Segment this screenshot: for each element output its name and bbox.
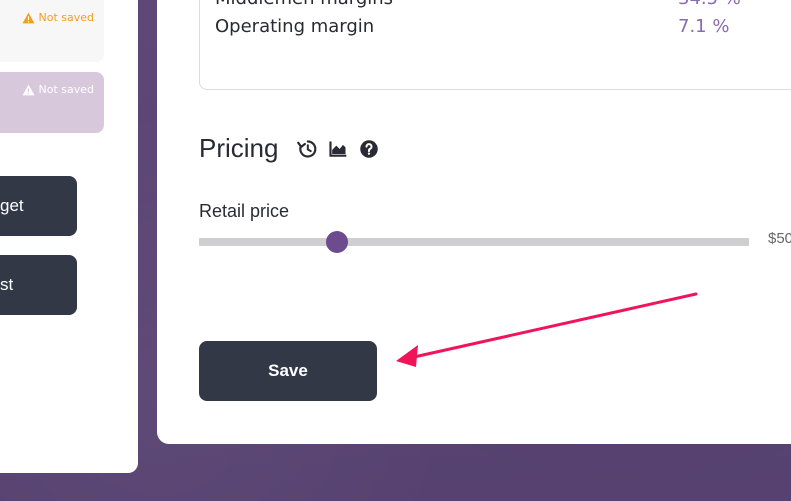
margin-label: Operating margin [215, 16, 375, 37]
not-saved-text: Not saved [38, 83, 95, 96]
sidebar-button-cost[interactable]: st [0, 255, 77, 315]
sidebar-button-label: get [0, 196, 24, 215]
variant-card[interactable]: Not saved [0, 72, 104, 133]
warning-icon [22, 12, 34, 23]
slider-max-label: $50 [768, 230, 791, 247]
retail-price-label: Retail price [199, 201, 290, 221]
save-button[interactable]: Save [199, 341, 377, 401]
not-saved-badge: Not saved [22, 83, 95, 96]
warning-icon [22, 84, 34, 95]
not-saved-text: Not saved [38, 11, 95, 24]
sidebar-panel [0, 0, 138, 473]
margin-value: 34.5 % [678, 0, 741, 9]
retail-price-slider-thumb[interactable] [325, 231, 348, 253]
sidebar-button-label: st [0, 275, 14, 294]
area-chart-icon[interactable] [328, 139, 348, 159]
variant-card[interactable]: Not saved [0, 0, 104, 62]
not-saved-badge: Not saved [22, 11, 95, 24]
history-icon[interactable] [297, 139, 317, 159]
margin-value: 7.1 % [678, 16, 730, 37]
margins-box [199, 0, 791, 90]
sidebar-button-budget[interactable]: get [0, 176, 77, 236]
help-icon[interactable] [359, 139, 379, 159]
pricing-title: Pricing [199, 133, 279, 163]
pricing-toolbar [297, 139, 379, 159]
margin-label: Middlemen margins [215, 0, 393, 9]
retail-price-slider-track[interactable] [199, 238, 749, 246]
